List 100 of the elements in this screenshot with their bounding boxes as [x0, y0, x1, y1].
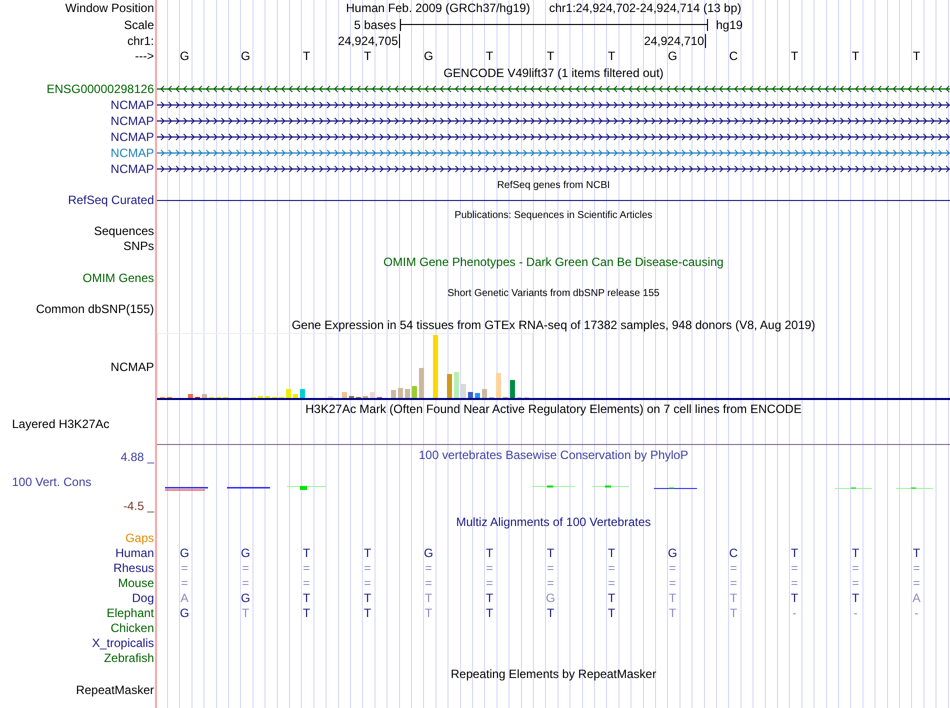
- track-label[interactable]: NCMAP: [110, 360, 154, 374]
- alignment-base: T: [790, 546, 798, 560]
- track-label[interactable]: Rhesus: [113, 560, 154, 574]
- track-title: 100 vertebrates Basewise Conservation by PhyloP: [418, 447, 688, 463]
- alignment-base: T: [302, 546, 310, 560]
- alignment-base: T: [730, 590, 738, 604]
- alignment-base: =: [668, 560, 676, 574]
- alignment-base: T: [852, 590, 860, 604]
- track-label[interactable]: NCMAP: [110, 114, 154, 128]
- alignment-base: =: [730, 576, 737, 590]
- track-label[interactable]: 100 Vert. Cons: [0, 475, 92, 489]
- alignment-base: =: [302, 576, 310, 590]
- track-label[interactable]: NCMAP: [110, 98, 154, 112]
- alignment-base: T: [364, 546, 372, 560]
- ruler-tick-label: 24,924,710: [400, 34, 706, 48]
- base-letter: G: [180, 49, 190, 63]
- base-letter: T: [546, 49, 554, 63]
- track-label[interactable]: NCMAP: [110, 130, 154, 144]
- alignment-base: T: [546, 606, 554, 620]
- track-label[interactable]: RefSeq Curated: [68, 193, 154, 207]
- alignment-base: =: [242, 560, 249, 574]
- row-label: chr1:: [127, 34, 154, 48]
- base-letter: T: [486, 49, 494, 63]
- alignment-base: =: [486, 576, 493, 590]
- alignment-base: T: [730, 606, 738, 620]
- alignment-base: =: [730, 560, 737, 574]
- scale-span-label: 5 bases: [352, 18, 397, 32]
- track-title: Publications: Sequences in Scientific Articles: [454, 210, 652, 220]
- alignment-base: C: [729, 546, 738, 560]
- alignment-base: =: [364, 576, 371, 590]
- track-label[interactable]: Chicken: [110, 620, 154, 634]
- alignment-base: =: [302, 560, 310, 574]
- alignment-base: G: [424, 546, 434, 560]
- alignment-base: -: [792, 606, 796, 620]
- alignment-base: A: [180, 590, 188, 604]
- base-letter: T: [302, 49, 310, 63]
- track-title: Repeating Elements by RepeatMasker: [450, 666, 656, 680]
- position-text: chr1:24,924,702-24,924,714 (13 bp): [549, 1, 742, 15]
- alignment-base: T: [668, 590, 676, 604]
- track-label[interactable]: RepeatMasker: [76, 682, 154, 696]
- alignment-base: T: [364, 606, 372, 620]
- axis-max-label: 4.88 _: [120, 450, 154, 464]
- track-label[interactable]: Layered H3K27Ac: [0, 417, 110, 431]
- alignment-base: T: [608, 546, 616, 560]
- track-label[interactable]: Zebrafish: [104, 650, 154, 664]
- row-label: Scale: [124, 18, 154, 32]
- alignment-base: G: [180, 606, 190, 620]
- track-label[interactable]: SNPs: [123, 238, 154, 252]
- alignment-base: T: [302, 590, 310, 604]
- alignment-base: =: [364, 560, 371, 574]
- ruler-tick-label: 24,924,705: [157, 34, 400, 48]
- alignment-base: T: [608, 606, 616, 620]
- alignment-base: T: [912, 546, 920, 560]
- alignment-base: =: [180, 576, 188, 590]
- base-letter: T: [608, 49, 616, 63]
- alignment-base: =: [546, 560, 554, 574]
- alignment-base: T: [790, 590, 798, 604]
- alignment-base: T: [608, 590, 616, 604]
- alignment-base: =: [852, 560, 859, 574]
- alignment-base: -: [854, 606, 858, 620]
- track-label[interactable]: Elephant: [106, 606, 154, 620]
- base-letter: T: [364, 49, 372, 63]
- track-label[interactable]: X_tropicalis: [92, 636, 154, 650]
- alignment-base: T: [486, 606, 494, 620]
- alignment-base: =: [242, 576, 249, 590]
- track-label[interactable]: Sequences: [94, 224, 154, 238]
- base-letter: T: [912, 49, 920, 63]
- track-label[interactable]: Human: [115, 546, 154, 560]
- alignment-base: T: [364, 590, 372, 604]
- assembly-label: hg19: [716, 18, 743, 32]
- alignment-base: G: [240, 546, 250, 560]
- axis-min-label: -4.5 _: [123, 499, 154, 513]
- track-label[interactable]: Common dbSNP(155): [36, 302, 154, 316]
- alignment-base: G: [546, 590, 556, 604]
- track-label[interactable]: OMIM Genes: [82, 270, 154, 284]
- track-title: GENCODE V49lift37 (1 items filtered out): [443, 66, 664, 80]
- alignment-base: T: [302, 606, 310, 620]
- alignment-base: =: [608, 560, 615, 574]
- track-label[interactable]: Dog: [132, 590, 154, 604]
- track-label[interactable]: ENSG00000298126: [46, 82, 154, 96]
- alignment-base: T: [852, 546, 860, 560]
- track-label[interactable]: NCMAP: [110, 146, 154, 160]
- alignment-base: =: [180, 560, 188, 574]
- alignment-base: T: [242, 606, 250, 620]
- alignment-base: T: [486, 546, 494, 560]
- alignment-base: =: [608, 576, 615, 590]
- track-label[interactable]: NCMAP: [110, 162, 154, 176]
- track-label[interactable]: Mouse: [118, 576, 154, 590]
- alignment-base: =: [668, 576, 676, 590]
- base-letter: G: [424, 49, 434, 63]
- track-title: Multiz Alignments of 100 Vertebrates: [456, 514, 651, 528]
- alignment-base: T: [424, 606, 432, 620]
- alignment-base: =: [486, 560, 493, 574]
- alignment-base: G: [180, 546, 190, 560]
- alignment-base: T: [424, 590, 432, 604]
- alignment-base: A: [912, 590, 920, 604]
- alignment-base: =: [912, 560, 920, 574]
- track-title: Gene Expression in 54 tissues from GTEx RNA-seq of 17382 samples, 948 donors (V8, Aug 2019): [292, 318, 816, 332]
- alignment-base: =: [790, 560, 798, 574]
- track-title: Short Genetic Variants from dbSNP release 155: [448, 288, 660, 298]
